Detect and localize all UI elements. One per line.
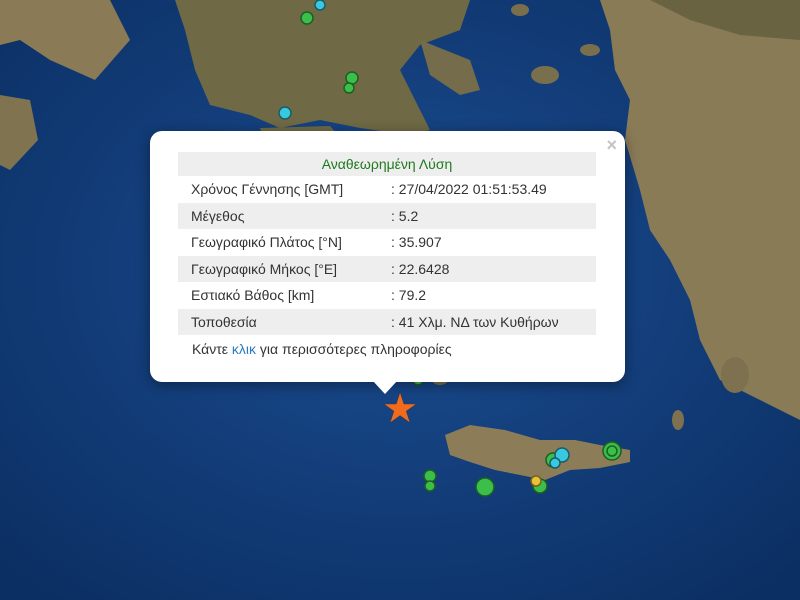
earthquake-marker[interactable] — [300, 11, 314, 25]
row-value: : 79.2 — [391, 287, 427, 304]
table-row: Χρόνος Γέννησης [GMT] : 27/04/2022 01:51… — [178, 176, 596, 203]
row-label: Γεωγραφικό Μήκος [°E] — [178, 255, 391, 282]
earthquake-marker[interactable] — [606, 445, 618, 457]
close-icon[interactable]: × — [606, 136, 617, 154]
more-info-prefix: Κάντε — [192, 341, 232, 357]
star-icon[interactable]: ★ — [382, 389, 418, 429]
row-value: : 35.907 — [391, 234, 442, 251]
more-info-link[interactable]: κλικ — [232, 341, 256, 357]
more-info-text: Κάντε κλικ για περισσότερες πληροφορίες — [192, 341, 452, 357]
earthquake-marker[interactable] — [345, 71, 359, 85]
island — [531, 66, 559, 84]
more-info-suffix: για περισσότερες πληροφορίες — [256, 341, 452, 357]
island-rhodes — [721, 357, 749, 393]
earthquake-marker[interactable] — [423, 469, 437, 483]
earthquake-marker[interactable] — [549, 457, 561, 469]
row-label: Εστιακό Βάθος [km] — [191, 287, 315, 304]
row-value: : 22.6428 — [391, 255, 596, 282]
row-value: : 41 Χλμ. ΝΔ των Κυθήρων — [391, 308, 596, 335]
popup-title: Αναθεωρημένη Λύση — [178, 152, 596, 176]
island — [580, 44, 600, 56]
island — [672, 410, 684, 430]
table-row: Εστιακό Βάθος [km] : 79.2 — [178, 282, 596, 309]
earthquake-marker[interactable] — [424, 480, 436, 492]
row-label: Χρόνος Γέννησης [GMT] — [191, 181, 344, 198]
table-row: Τοποθεσία : 41 Χλμ. ΝΔ των Κυθήρων — [178, 308, 596, 335]
earthquake-marker[interactable] — [530, 475, 542, 487]
table-row: Μέγεθος : 5.2 — [178, 202, 596, 229]
row-label: Τοποθεσία — [178, 308, 391, 335]
earthquake-marker[interactable] — [314, 0, 326, 11]
table-row: Γεωγραφικό Μήκος [°E] : 22.6428 — [178, 255, 596, 282]
table-row: Γεωγραφικό Πλάτος [°N] : 35.907 — [178, 229, 596, 256]
island — [511, 4, 529, 16]
earthquake-details-table: Χρόνος Γέννησης [GMT] : 27/04/2022 01:51… — [178, 176, 596, 335]
row-value: : 27/04/2022 01:51:53.49 — [391, 181, 547, 198]
row-label: Μέγεθος — [178, 202, 391, 229]
row-label: Γεωγραφικό Πλάτος [°N] — [191, 234, 342, 251]
row-value: : 5.2 — [391, 202, 596, 229]
earthquake-marker[interactable] — [343, 82, 355, 94]
earthquake-marker[interactable] — [475, 477, 495, 497]
earthquake-marker[interactable] — [278, 106, 292, 120]
